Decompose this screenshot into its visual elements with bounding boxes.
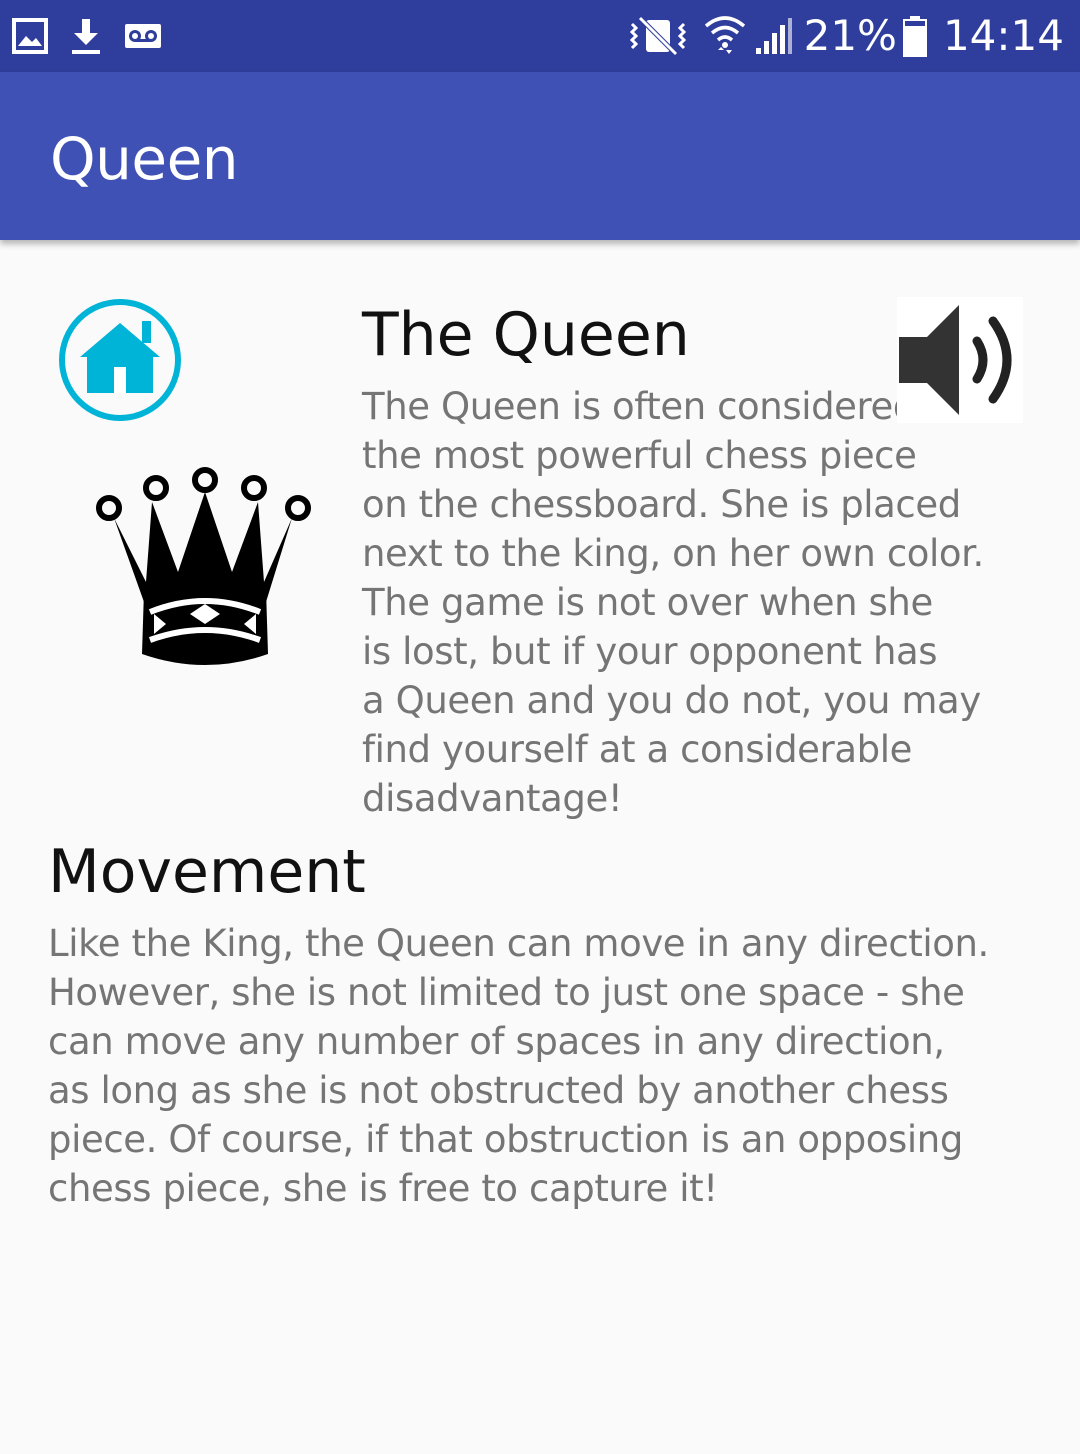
battery-percent: 21% xyxy=(803,11,897,60)
movement-line: However, she is not limited to just one … xyxy=(48,971,965,1014)
play-sound-button[interactable] xyxy=(897,297,1023,423)
speaker-icon xyxy=(899,305,1012,415)
status-bar: 21% 14:14 xyxy=(0,0,1080,72)
movement-heading: Movement xyxy=(48,837,366,907)
home-icon xyxy=(59,299,181,421)
app-bar: Queen xyxy=(0,72,1080,240)
piece-heading: The Queen xyxy=(362,300,690,370)
intro-line: is lost, but if your opponent has xyxy=(362,630,938,673)
movement-line: can move any number of spaces in any dir… xyxy=(48,1020,945,1063)
system-icons: 21% 14:14 xyxy=(628,8,1064,64)
movement-line: piece. Of course, if that obstruction is… xyxy=(48,1118,963,1161)
battery-icon xyxy=(902,16,927,57)
intro-line: on the chessboard. She is placed xyxy=(362,483,961,526)
clock: 14:14 xyxy=(942,11,1064,60)
movement-line: as long as she is not obstructed by anot… xyxy=(48,1069,949,1112)
movement-line: Like the King, the Queen can move in any… xyxy=(48,922,989,965)
cellular-signal-icon xyxy=(755,18,792,54)
home-button[interactable] xyxy=(56,297,184,423)
vibrate-icon xyxy=(629,16,686,56)
gallery-icon xyxy=(12,18,48,54)
wifi-icon xyxy=(704,16,745,54)
intro-line: The game is not over when she xyxy=(362,581,933,624)
queen-piece-image xyxy=(94,462,316,672)
intro-line: disadvantage! xyxy=(362,777,623,820)
intro-line: next to the king, on her own color. xyxy=(362,532,984,575)
chess-queen-icon xyxy=(96,467,311,665)
page-title: Queen xyxy=(50,125,239,193)
intro-text: The Queen is often considered the most p… xyxy=(362,382,1052,823)
intro-line: a Queen and you do not, you may xyxy=(362,679,981,722)
movement-line: chess piece, she is free to capture it! xyxy=(48,1167,718,1210)
intro-line: find yourself at a considerable xyxy=(362,728,912,771)
movement-text: Like the King, the Queen can move in any… xyxy=(48,919,1058,1213)
download-icon xyxy=(72,19,100,54)
notification-icons xyxy=(12,14,162,58)
intro-line: the most powerful chess piece xyxy=(362,434,917,477)
voicemail-icon xyxy=(125,24,161,48)
